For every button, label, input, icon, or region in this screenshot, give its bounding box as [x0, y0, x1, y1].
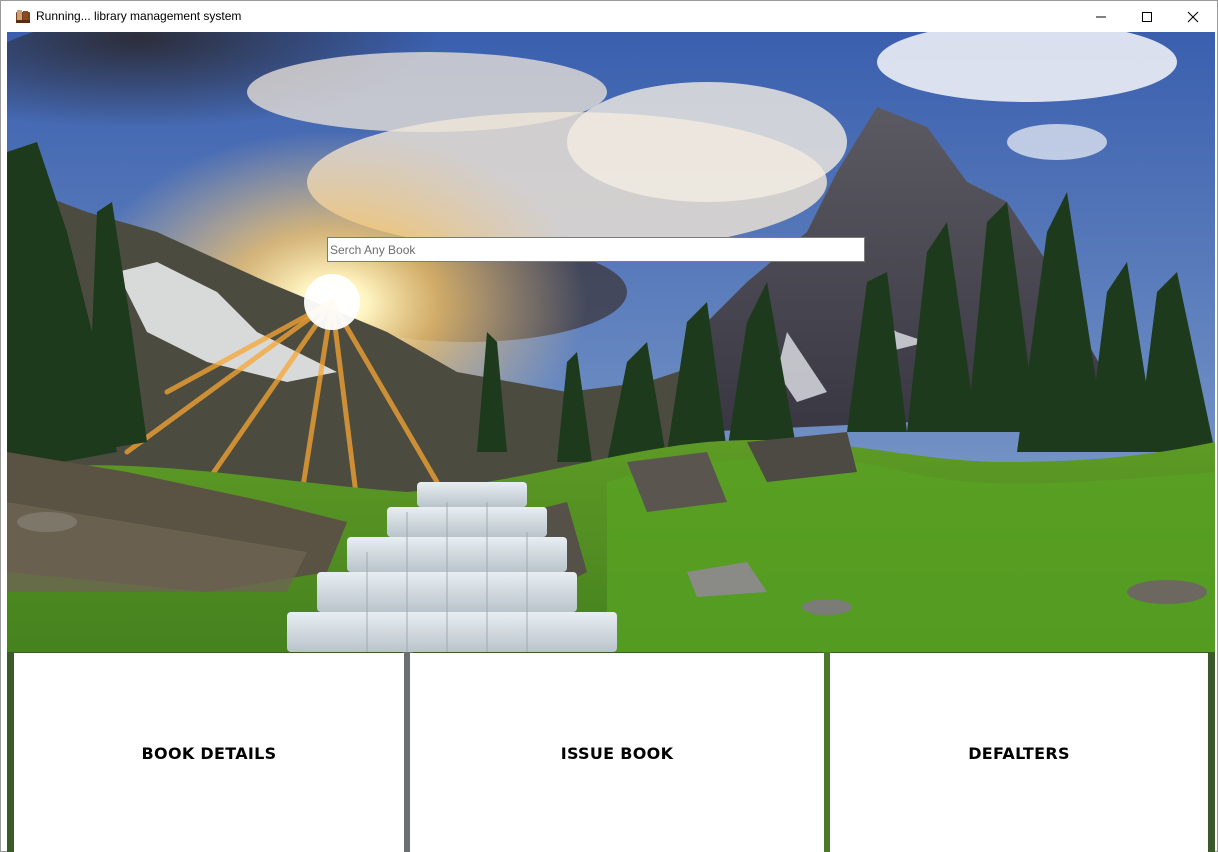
minimize-icon — [1096, 16, 1106, 17]
book-details-button[interactable]: BOOK DETAILS — [14, 653, 404, 852]
maximize-icon — [1142, 11, 1152, 22]
title-bar[interactable]: Running... library management system — [1, 1, 1217, 32]
search-input[interactable] — [327, 237, 865, 262]
book-details-label: BOOK DETAILS — [141, 743, 277, 763]
minimize-button[interactable] — [1078, 1, 1124, 32]
books-icon — [15, 8, 31, 24]
issue-book-button[interactable]: ISSUE BOOK — [410, 653, 824, 852]
defalters-label: DEFALTERS — [968, 743, 1070, 763]
issue-book-label: ISSUE BOOK — [560, 743, 674, 763]
window-title: Running... library management system — [36, 9, 242, 23]
app-window: Running... library management system Ser… — [0, 0, 1218, 852]
close-button[interactable] — [1170, 1, 1216, 32]
close-icon — [1187, 11, 1199, 22]
defalters-button[interactable]: DEFALTERS — [830, 653, 1208, 852]
maximize-button[interactable] — [1124, 1, 1170, 32]
